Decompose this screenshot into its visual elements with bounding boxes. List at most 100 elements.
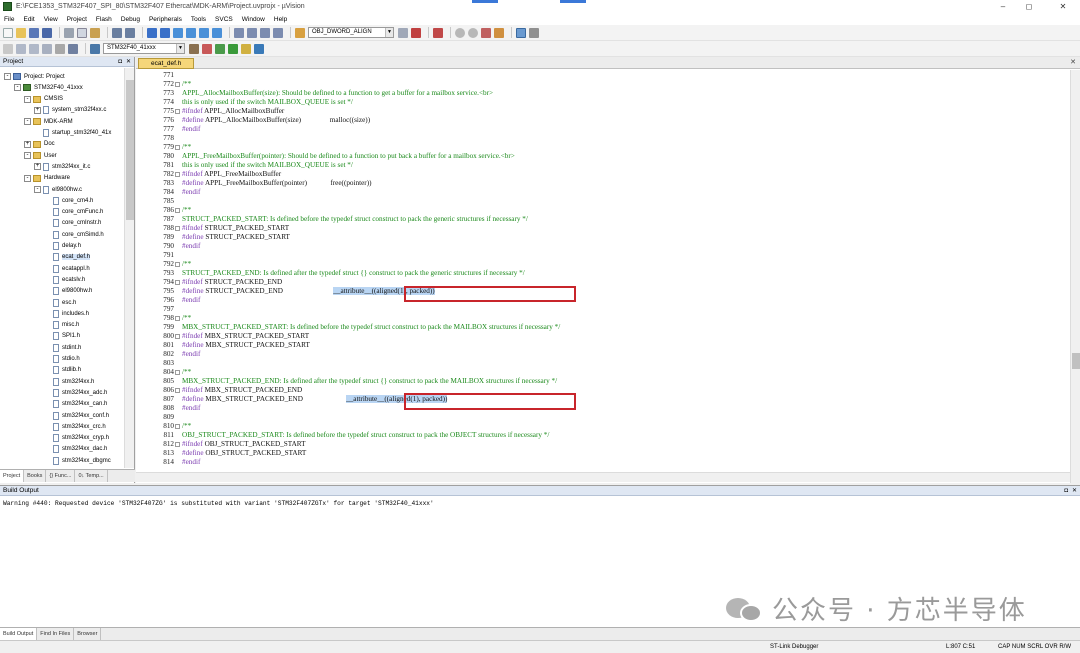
open-folder-icon[interactable] bbox=[16, 27, 26, 38]
find-icon[interactable] bbox=[398, 27, 408, 38]
incremental-find-icon[interactable] bbox=[411, 27, 421, 38]
save-icon[interactable] bbox=[29, 27, 39, 38]
tree-item[interactable]: core_cmSimd.h bbox=[44, 229, 104, 240]
fold-toggle-icon[interactable] bbox=[175, 208, 180, 213]
tree-item[interactable]: + stm32f4xx_it.c bbox=[34, 161, 90, 172]
menu-peripherals[interactable]: Peripherals bbox=[149, 16, 182, 23]
expand-icon[interactable]: + bbox=[34, 163, 41, 171]
tree-item[interactable]: - STM32F40_41xxx bbox=[14, 82, 83, 93]
save-all-icon[interactable] bbox=[42, 27, 52, 38]
tree-item[interactable]: core_cmFunc.h bbox=[44, 207, 103, 218]
tree-item[interactable]: - MDK-ARM bbox=[24, 116, 73, 127]
tree-item[interactable]: + Doc bbox=[24, 139, 55, 150]
tree-item[interactable]: core_cm4.h bbox=[44, 195, 93, 206]
run-time-environment-icon[interactable] bbox=[254, 43, 264, 54]
minimize-button[interactable]: – bbox=[990, 0, 1016, 13]
target-select[interactable]: STM32F40_41xxx ▼ bbox=[103, 43, 185, 54]
pin-icon[interactable]: ◘ bbox=[1064, 486, 1068, 496]
maximize-button[interactable]: ◻ bbox=[1016, 0, 1042, 13]
tree-item[interactable]: misc.h bbox=[44, 320, 79, 331]
comment-icon[interactable] bbox=[260, 27, 270, 38]
target-options-icon[interactable] bbox=[189, 43, 199, 54]
translate-icon[interactable] bbox=[3, 43, 13, 54]
collapse-icon[interactable]: - bbox=[34, 186, 41, 193]
cut-icon[interactable] bbox=[64, 27, 74, 38]
menu-project[interactable]: Project bbox=[67, 16, 87, 23]
build-icon[interactable] bbox=[16, 43, 26, 54]
indent-icon[interactable] bbox=[234, 27, 244, 38]
collapse-icon[interactable]: - bbox=[14, 84, 21, 92]
collapse-icon[interactable]: - bbox=[24, 174, 31, 182]
fold-toggle-icon[interactable] bbox=[175, 262, 180, 267]
menu-debug[interactable]: Debug bbox=[121, 16, 140, 23]
tree-item[interactable]: ecatslv.h bbox=[44, 274, 85, 285]
pin-icon[interactable]: ◘ bbox=[118, 57, 122, 67]
breakpoint-icon[interactable] bbox=[455, 27, 465, 38]
tree-item[interactable]: stm32f4xx_adc.h bbox=[44, 387, 107, 398]
select-software-packs-icon[interactable] bbox=[241, 43, 251, 54]
output-tab[interactable]: Browser bbox=[74, 628, 102, 640]
output-tab[interactable]: Find In Files bbox=[37, 628, 75, 640]
fold-toggle-icon[interactable] bbox=[175, 316, 180, 321]
tree-item[interactable]: SPI1.h bbox=[44, 331, 80, 342]
tree-item[interactable]: stdlib.h bbox=[44, 365, 81, 376]
fold-toggle-icon[interactable] bbox=[175, 388, 180, 393]
find-in-files-icon[interactable] bbox=[295, 27, 305, 38]
tree-item[interactable]: stm32f4xx_dbgmc bbox=[44, 455, 111, 466]
menu-svcs[interactable]: SVCS bbox=[215, 16, 233, 23]
close-tab-icon[interactable]: ✕ bbox=[1070, 57, 1076, 69]
tree-item[interactable]: - CMSIS bbox=[24, 94, 63, 105]
collapse-icon[interactable]: - bbox=[24, 152, 31, 160]
tree-item[interactable]: stdint.h bbox=[44, 342, 81, 353]
tree-item[interactable]: stdio.h bbox=[44, 354, 80, 365]
tree-item[interactable]: - User bbox=[24, 150, 57, 161]
close-icon[interactable]: ✕ bbox=[1072, 486, 1077, 496]
tree-item[interactable]: stm32f4xx_crc.h bbox=[44, 421, 106, 432]
manage-components-icon[interactable] bbox=[202, 43, 212, 54]
project-panel-tab[interactable]: {} Func... bbox=[46, 470, 76, 482]
menu-tools[interactable]: Tools bbox=[191, 16, 206, 23]
scroll-thumb[interactable] bbox=[126, 80, 134, 220]
uncomment-icon[interactable] bbox=[273, 27, 283, 38]
load-icon[interactable] bbox=[90, 43, 100, 54]
close-button[interactable]: ✕ bbox=[1050, 0, 1076, 13]
next-bookmark-icon[interactable] bbox=[199, 27, 209, 38]
fold-toggle-icon[interactable] bbox=[175, 442, 180, 447]
batch-build-icon[interactable] bbox=[42, 43, 52, 54]
editor-tab-ecat-def[interactable]: ecat_def.h bbox=[138, 58, 195, 69]
tree-item[interactable]: ecatappl.h bbox=[44, 263, 90, 274]
tree-item[interactable]: el9800hw.h bbox=[44, 286, 92, 297]
tree-item[interactable]: - Hardware bbox=[24, 173, 70, 184]
menu-file[interactable]: File bbox=[4, 16, 14, 23]
download-icon[interactable] bbox=[68, 43, 78, 54]
fold-toggle-icon[interactable] bbox=[175, 370, 180, 375]
debug-start-icon[interactable] bbox=[433, 27, 443, 38]
undo-icon[interactable] bbox=[112, 27, 122, 38]
kill-breakpoints-icon[interactable] bbox=[481, 27, 491, 38]
fold-toggle-icon[interactable] bbox=[175, 172, 180, 177]
configure-view-icon[interactable] bbox=[516, 27, 526, 38]
paste-icon[interactable] bbox=[90, 27, 100, 38]
find-combo[interactable]: OBJ_DWORD_ALIGN ▼ bbox=[308, 27, 394, 38]
redo-icon[interactable] bbox=[125, 27, 135, 38]
nav-back-icon[interactable] bbox=[147, 27, 157, 38]
menu-help[interactable]: Help bbox=[274, 16, 287, 23]
project-panel-tab[interactable]: 0↓ Temp... bbox=[75, 470, 108, 482]
tree-item[interactable]: delay.h bbox=[44, 241, 81, 252]
bookmark-icon[interactable] bbox=[173, 27, 183, 38]
fold-toggle-icon[interactable] bbox=[175, 424, 180, 429]
clear-bookmarks-icon[interactable] bbox=[212, 27, 222, 38]
unindent-icon[interactable] bbox=[247, 27, 257, 38]
tree-item[interactable]: - el9800hw.c bbox=[34, 184, 82, 195]
menu-flash[interactable]: Flash bbox=[96, 16, 112, 23]
tree-item[interactable]: core_cmInstr.h bbox=[44, 218, 101, 229]
expand-icon[interactable]: + bbox=[24, 140, 31, 148]
window-options-icon[interactable] bbox=[494, 27, 504, 38]
pack-installer-icon[interactable] bbox=[228, 43, 238, 54]
tools-wrench-icon[interactable] bbox=[529, 27, 539, 38]
file-extensions-icon[interactable] bbox=[215, 43, 225, 54]
tree-item[interactable]: esc.h bbox=[44, 297, 76, 308]
menu-window[interactable]: Window bbox=[242, 16, 265, 23]
tree-item[interactable]: + system_stm32f4xx.c bbox=[34, 105, 106, 116]
fold-toggle-icon[interactable] bbox=[175, 226, 180, 231]
